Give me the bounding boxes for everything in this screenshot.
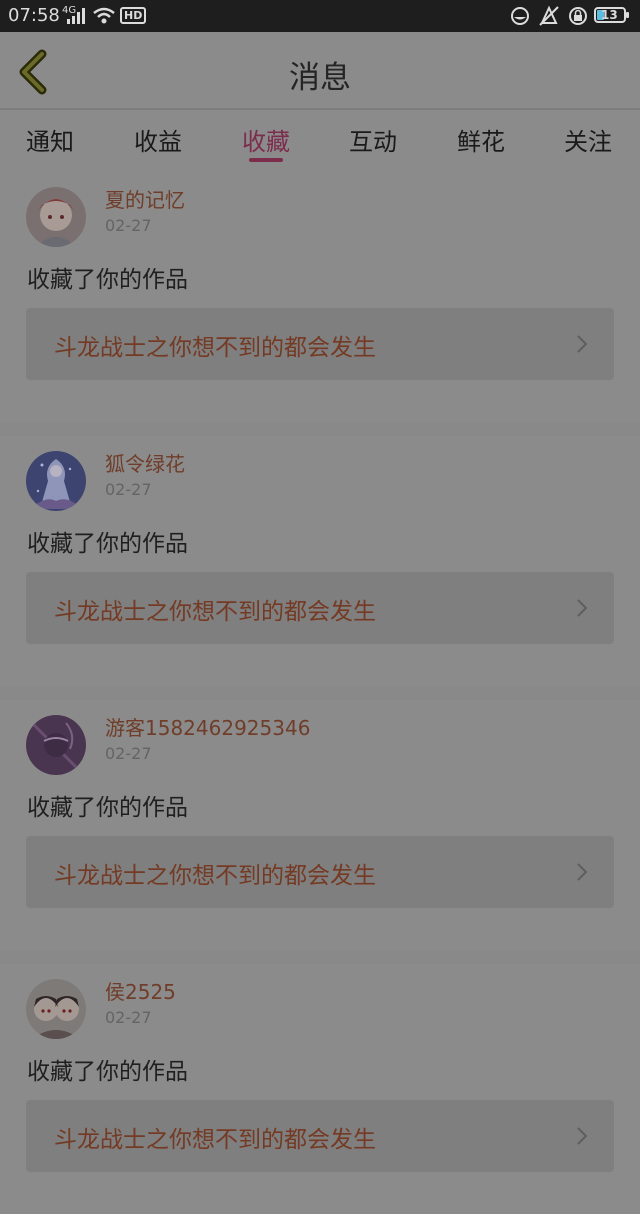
message-date: 02-27 [105, 1008, 152, 1027]
vibrate-icon [539, 5, 559, 26]
avatar[interactable] [26, 187, 86, 247]
top-bar: 消息 [0, 32, 640, 110]
message-date: 02-27 [105, 480, 152, 499]
tab-notifications[interactable]: 通知 [26, 122, 74, 157]
message-text: 收藏了你的作品 [27, 1059, 188, 1085]
work-title: 斗龙战士之你想不到的都会发生 [54, 1127, 376, 1153]
chevron-right-icon [577, 1127, 588, 1145]
eye-comfort-icon [511, 7, 529, 25]
tab-interactions[interactable]: 互动 [349, 122, 397, 157]
work-title: 斗龙战士之你想不到的都会发生 [54, 863, 376, 889]
work-link[interactable]: 斗龙战士之你想不到的都会发生 [26, 572, 614, 644]
avatar[interactable] [26, 715, 86, 775]
wifi-icon [93, 7, 115, 24]
username[interactable]: 侯2525 [105, 976, 176, 1005]
list-item: 侯2525 02-27 收藏了你的作品 斗龙战士之你想不到的都会发生 [0, 964, 640, 1214]
message-text: 收藏了你的作品 [27, 267, 188, 293]
battery-icon: 13 [594, 7, 629, 23]
active-tab-indicator [249, 158, 283, 162]
work-title: 斗龙战士之你想不到的都会发生 [54, 335, 376, 361]
signal-icon [67, 8, 85, 24]
tab-follows[interactable]: 关注 [564, 122, 612, 157]
chevron-right-icon [577, 599, 588, 617]
work-title: 斗龙战士之你想不到的都会发生 [54, 599, 376, 625]
message-text: 收藏了你的作品 [27, 531, 188, 557]
message-text: 收藏了你的作品 [27, 795, 188, 821]
tab-earnings[interactable]: 收益 [134, 122, 182, 157]
tab-favorites[interactable]: 收藏 [242, 122, 290, 157]
work-link[interactable]: 斗龙战士之你想不到的都会发生 [26, 308, 614, 380]
list-item: 狐令绿花 02-27 收藏了你的作品 斗龙战士之你想不到的都会发生 [0, 436, 640, 686]
chevron-right-icon [577, 335, 588, 353]
avatar[interactable] [26, 451, 86, 511]
work-link[interactable]: 斗龙战士之你想不到的都会发生 [26, 836, 614, 908]
rotation-lock-icon [569, 7, 587, 25]
message-date: 02-27 [105, 744, 152, 763]
tab-bar: 通知 收益 收藏 互动 鲜花 关注 [0, 110, 640, 172]
page-title: 消息 [289, 60, 351, 96]
chevron-right-icon [577, 863, 588, 881]
status-time: 07:58 [8, 5, 60, 26]
username[interactable]: 夏的记忆 [105, 184, 185, 213]
status-bar: 07:58 4G HD 13 [0, 0, 640, 32]
list-item: 游客1582462925346 02-27 收藏了你的作品 斗龙战士之你想不到的… [0, 700, 640, 950]
username[interactable]: 狐令绿花 [105, 448, 185, 477]
avatar[interactable] [26, 979, 86, 1039]
list-item: 夏的记忆 02-27 收藏了你的作品 斗龙战士之你想不到的都会发生 [0, 172, 640, 422]
hd-icon: HD [120, 7, 147, 24]
username[interactable]: 游客1582462925346 [105, 712, 310, 741]
tab-flowers[interactable]: 鲜花 [457, 122, 505, 157]
message-date: 02-27 [105, 216, 152, 235]
work-link[interactable]: 斗龙战士之你想不到的都会发生 [26, 1100, 614, 1172]
battery-level: 13 [601, 8, 618, 22]
